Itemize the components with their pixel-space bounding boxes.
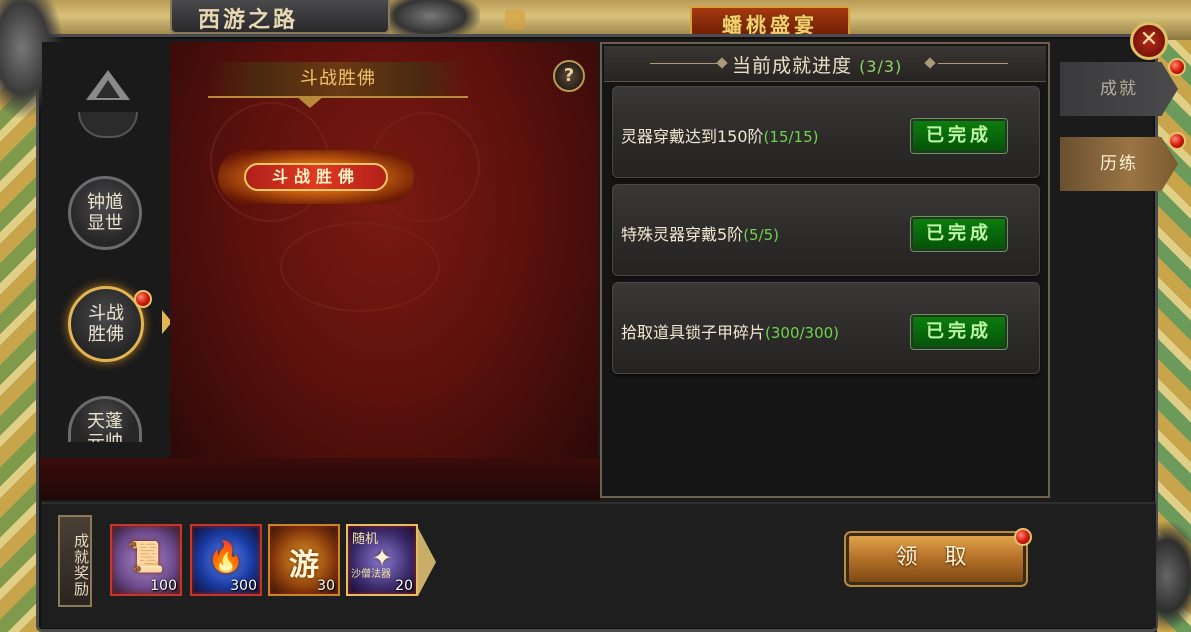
swirl-decoration bbox=[280, 222, 440, 312]
progress-count: (3/3) bbox=[859, 57, 903, 76]
task-row: 特殊灵器穿戴5阶(5/5) 已完成 bbox=[612, 184, 1040, 276]
reward-item-random-weapon[interactable]: 随机 ✦ 沙僧法器 20 bbox=[346, 524, 418, 596]
showcase-floor bbox=[40, 458, 600, 500]
level-item-label: 天蓬 元帅 bbox=[87, 411, 123, 442]
reward-count: 30 bbox=[317, 578, 335, 594]
task-progress: (300/300) bbox=[765, 324, 840, 342]
reward-item-scroll[interactable]: 📜 100 bbox=[110, 524, 182, 596]
progress-title: 当前成就进度 (3/3) bbox=[732, 51, 902, 78]
tab-training[interactable]: 历练 bbox=[1060, 137, 1178, 191]
reward-item-flame[interactable]: 🔥 300 bbox=[190, 524, 262, 596]
title-badge: 斗战胜佛 bbox=[218, 150, 414, 204]
task-progress: (15/15) bbox=[763, 128, 819, 146]
notification-dot bbox=[1014, 528, 1032, 546]
achievement-showcase bbox=[170, 42, 598, 500]
item-subtitle: 沙僧法器 bbox=[351, 569, 391, 580]
task-label: 灵器穿戴达到150阶 bbox=[621, 127, 764, 146]
scroll-up-arrow-icon[interactable] bbox=[86, 70, 130, 100]
showcase-title: 斗战胜佛 bbox=[208, 62, 468, 98]
notification-dot bbox=[1168, 132, 1186, 150]
task-row: 拾取道具锁子甲碎片(300/300) 已完成 bbox=[612, 282, 1040, 374]
reward-count: 20 bbox=[395, 578, 413, 594]
task-text: 拾取道具锁子甲碎片(300/300) bbox=[621, 319, 839, 343]
task-label: 拾取道具锁子甲碎片 bbox=[621, 323, 766, 342]
notification-dot bbox=[1168, 58, 1186, 76]
notification-dot bbox=[134, 290, 152, 308]
level-item-zhongkui[interactable]: 钟馗 显世 bbox=[68, 176, 142, 250]
level-item-douzhan[interactable]: 斗战 胜佛 bbox=[68, 286, 144, 362]
blue-flame-icon: 🔥 bbox=[207, 540, 245, 575]
close-button[interactable]: ✕ bbox=[1130, 22, 1168, 60]
reward-label: 成就奖励 bbox=[58, 515, 92, 607]
task-complete-badge: 已完成 bbox=[910, 118, 1008, 154]
reward-count: 100 bbox=[150, 578, 177, 594]
task-text: 灵器穿戴达到150阶(15/15) bbox=[621, 123, 818, 147]
tab-achievement[interactable]: 成就 bbox=[1060, 62, 1178, 116]
background-ornament bbox=[505, 10, 525, 30]
close-icon: ✕ bbox=[1139, 27, 1159, 52]
title-badge-text: 斗战胜佛 bbox=[244, 163, 388, 191]
help-button[interactable]: ? bbox=[553, 60, 585, 92]
title-caret-icon bbox=[296, 96, 324, 108]
selected-reward-glow bbox=[418, 528, 436, 596]
header-diamond-left-icon bbox=[716, 57, 728, 69]
task-row: 灵器穿戴达到150阶(15/15) 已完成 bbox=[612, 86, 1040, 178]
window-title-tab: 西游之路 bbox=[170, 0, 390, 34]
task-text: 特殊灵器穿戴5阶(5/5) bbox=[621, 221, 779, 245]
background-event-banner: 蟠桃盛宴 bbox=[690, 6, 850, 36]
progress-title-text: 当前成就进度 bbox=[732, 55, 853, 77]
task-label: 特殊灵器穿戴5阶 bbox=[621, 225, 744, 244]
task-complete-badge: 已完成 bbox=[910, 216, 1008, 252]
claim-button[interactable]: 领 取 bbox=[844, 531, 1028, 587]
window-title: 西游之路 bbox=[198, 7, 299, 33]
scroll-icon: 📜 bbox=[127, 540, 165, 575]
header-line-right bbox=[938, 63, 1008, 64]
header-diamond-right-icon bbox=[924, 57, 936, 69]
task-complete-badge: 已完成 bbox=[910, 314, 1008, 350]
reward-count: 300 bbox=[230, 578, 257, 594]
reward-item-token[interactable]: 游 30 bbox=[268, 524, 340, 596]
level-item-label: 钟馗 显世 bbox=[87, 192, 123, 234]
task-progress: (5/5) bbox=[743, 226, 780, 244]
question-icon: ? bbox=[563, 65, 575, 86]
header-line-left bbox=[650, 63, 720, 64]
level-item-label: 斗战 胜佛 bbox=[88, 303, 124, 345]
